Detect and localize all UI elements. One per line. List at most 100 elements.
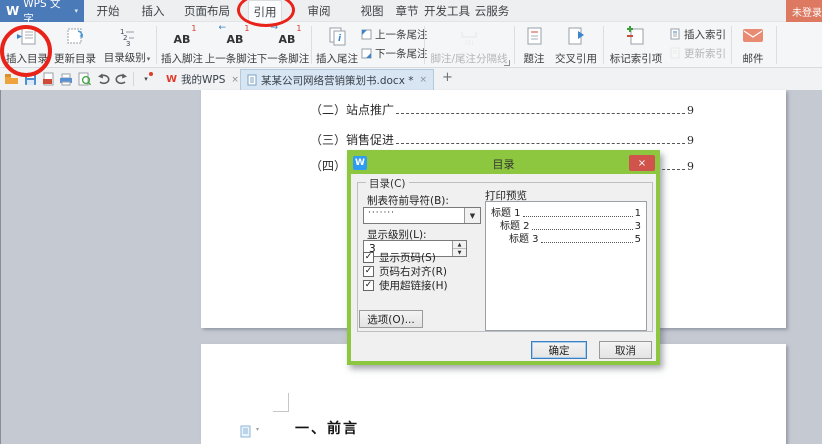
app-logo[interactable]: W WPS 文字 ▾ <box>0 0 84 25</box>
update-toc-button[interactable]: 更新目录 <box>52 24 98 66</box>
checkbox-checked-icon[interactable]: ✓ <box>363 280 374 291</box>
update-index-button: 更新索引 <box>669 45 727 61</box>
open-file-icon[interactable] <box>3 71 19 87</box>
endnote-nav-group: 上一条尾注 下一条尾注 <box>360 26 428 61</box>
next-endnote-icon <box>360 47 372 59</box>
combobox-value: ······· <box>368 208 396 218</box>
checkbox-right-align-page-numbers[interactable]: ✓ 页码右对齐(R) <box>363 264 447 279</box>
prev-endnote-button[interactable]: 上一条尾注 <box>360 26 428 42</box>
menu-tab-review[interactable]: 审阅 <box>303 0 335 22</box>
checkbox-use-hyperlinks[interactable]: ✓ 使用超链接(H) <box>363 278 448 293</box>
close-icon[interactable]: × <box>231 75 239 85</box>
dialog-title-bar[interactable]: W 目录 × <box>350 153 657 174</box>
preview-entry: 标题 35 <box>509 234 641 245</box>
prev-footnote-button[interactable]: ← AB 1 上一条脚注 <box>205 23 258 66</box>
toc-dialog: W 目录 × 目录(C) 制表符前导符(B): ······· ▼ 显示级别(L… <box>347 150 660 365</box>
chevron-down-icon: ▾ <box>146 55 151 63</box>
toc-level-button[interactable]: 123 目录级别▾ <box>100 24 154 66</box>
caption-button[interactable]: 题注 <box>519 24 549 66</box>
customize-toolbar-button[interactable]: ▾ <box>139 71 153 87</box>
wps-w-icon: W <box>166 74 178 85</box>
mail-button[interactable]: 邮件 <box>736 24 770 66</box>
document-area: （二）站点推广 9 （三）销售促进 9 （四） 9 ▾ 一、前言 W 目录 × <box>0 90 822 444</box>
tab-leader-combobox[interactable]: ······· ▼ <box>363 207 481 224</box>
menu-tab-references[interactable]: 引用 <box>248 0 282 22</box>
chevron-down-icon: ▾ <box>256 426 260 433</box>
ribbon-divider <box>424 26 425 64</box>
next-endnote-button[interactable]: 下一条尾注 <box>360 45 428 61</box>
insert-index-button[interactable]: 插入索引 <box>669 26 727 42</box>
ribbon-divider <box>156 26 157 64</box>
menu-tab-devtools[interactable]: 开发工具 <box>420 0 474 22</box>
dot-leader <box>522 216 633 217</box>
menu-tab-view[interactable]: 视图 <box>356 0 388 22</box>
menu-tab-cloud[interactable]: 云服务 <box>470 0 514 22</box>
print-preview-icon[interactable] <box>76 71 92 87</box>
options-button[interactable]: 选项(O)... <box>359 310 423 328</box>
new-tab-button[interactable]: + <box>442 70 453 85</box>
insert-index-icon <box>669 28 681 40</box>
dialog-launcher-icon[interactable] <box>504 60 510 66</box>
prev-endnote-icon <box>360 28 372 40</box>
checkbox-checked-icon[interactable]: ✓ <box>363 252 374 263</box>
document-heading[interactable]: 一、前言 <box>295 418 359 438</box>
window-edge <box>0 90 1 444</box>
ok-button[interactable]: 确定 <box>531 341 587 359</box>
tab-leader-label: 制表符前导符(B): <box>367 195 449 207</box>
svg-text:(1): (1) <box>465 40 474 46</box>
chevron-down-icon: ▾ <box>144 75 148 83</box>
spin-down-icon[interactable]: ▼ <box>453 249 466 256</box>
ribbon-divider <box>603 26 604 64</box>
redo-icon[interactable] <box>113 71 129 87</box>
next-footnote-button[interactable]: → AB 1 下一条脚注 <box>257 23 310 66</box>
tab-document[interactable]: 某某公司网络营销策划书.docx * × <box>240 69 435 90</box>
mark-index-entry-button[interactable]: 标记索引项 <box>607 24 665 66</box>
checkbox-show-page-numbers[interactable]: ✓ 显示页码(S) <box>363 250 436 265</box>
checkbox-checked-icon[interactable]: ✓ <box>363 266 374 277</box>
title-menu-bar: W WPS 文字 ▾ 开始 插入 页面布局 引用 审阅 视图 章节 开发工具 云… <box>0 0 822 25</box>
caption-icon <box>523 26 545 46</box>
text-boundary-mark <box>288 393 289 412</box>
menu-tab-section[interactable]: 章节 <box>391 0 423 22</box>
cross-reference-button[interactable]: 交叉引用 <box>553 24 599 66</box>
prev-footnote-icon: ← AB 1 <box>218 23 250 46</box>
login-button[interactable]: 未登录 <box>786 0 822 22</box>
save-icon[interactable] <box>22 71 38 87</box>
toc-line[interactable]: （二）站点推广 9 <box>310 102 694 118</box>
ribbon-divider <box>514 26 515 64</box>
document-tab-bar: ▾ W 我的WPS × 某某公司网络营销策划书.docx * × + <box>0 68 822 90</box>
ribbon-divider <box>776 26 777 64</box>
dialog-title: 目录 <box>492 157 515 171</box>
next-footnote-icon: → AB 1 <box>270 23 302 46</box>
wps-logo-icon: W <box>6 4 20 18</box>
dot-leader <box>396 143 685 144</box>
cancel-button[interactable]: 取消 <box>599 341 652 359</box>
print-preview-box: 标题 11 标题 23 标题 35 <box>485 201 647 331</box>
insert-toc-icon <box>16 26 38 46</box>
toolbar-divider <box>133 72 134 86</box>
export-pdf-icon[interactable] <box>40 71 56 87</box>
spin-up-icon[interactable]: ▲ <box>453 241 466 249</box>
close-icon[interactable]: × <box>420 75 428 85</box>
insert-footnote-icon: AB 1 <box>173 24 197 46</box>
combobox-dropdown-icon[interactable]: ▼ <box>464 208 480 223</box>
mail-envelope-icon <box>741 26 765 44</box>
insert-endnote-button[interactable]: i 插入尾注 <box>315 24 359 66</box>
outline-collapse-icon[interactable] <box>240 425 252 438</box>
menu-tab-home[interactable]: 开始 <box>92 0 124 22</box>
tab-my-wps[interactable]: W 我的WPS × <box>160 69 245 90</box>
ribbon-divider <box>731 26 732 64</box>
index-group: 插入索引 更新索引 <box>669 26 727 61</box>
print-icon[interactable] <box>58 71 74 87</box>
dialog-close-button[interactable]: × <box>629 155 655 171</box>
insert-endnote-icon: i <box>326 26 348 46</box>
document-icon <box>247 74 257 86</box>
undo-icon[interactable] <box>96 71 112 87</box>
mark-index-icon <box>625 26 647 46</box>
insert-toc-button[interactable]: 插入目录 <box>4 24 50 66</box>
menu-tab-layout[interactable]: 页面布局 <box>180 0 234 22</box>
insert-footnote-button[interactable]: AB 1 插入脚注 <box>160 24 204 66</box>
menu-tab-insert[interactable]: 插入 <box>137 0 169 22</box>
wps-dialog-logo-icon: W <box>353 156 367 170</box>
toc-line[interactable]: （三）销售促进 9 <box>310 132 694 148</box>
